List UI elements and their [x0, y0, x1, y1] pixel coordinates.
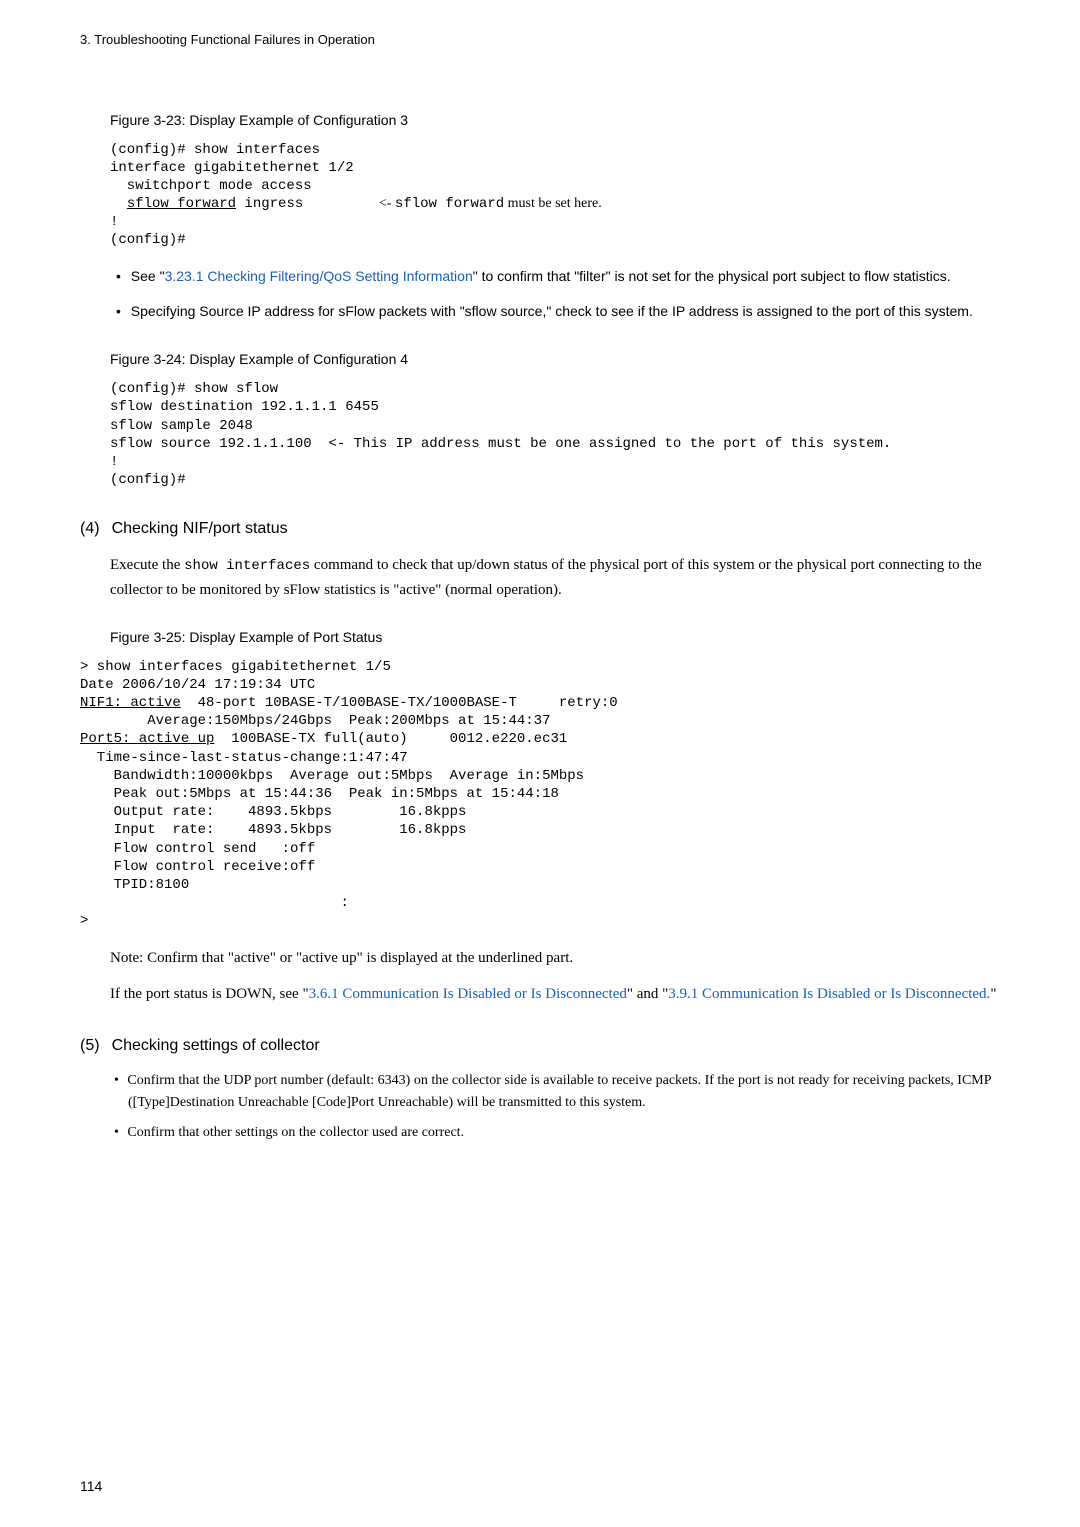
code-line: Output rate: 4893.5kbps 16.8kpps [80, 804, 466, 820]
figure-3-23-title: Figure 3-23: Display Example of Configur… [110, 110, 1000, 131]
code-line: Average:150Mbps/24Gbps Peak:200Mbps at 1… [80, 713, 550, 729]
code-line: Flow control receive:off [80, 859, 315, 875]
code-line [110, 196, 127, 212]
nif-active: NIF1: active [80, 695, 181, 711]
list-item: Confirm that the UDP port number (defaul… [110, 1070, 1000, 1115]
figure-3-25-title: Figure 3-25: Display Example of Port Sta… [110, 627, 1000, 648]
code-line: Date 2006/10/24 17:19:34 UTC [80, 677, 315, 693]
code-line: : [80, 895, 349, 911]
code-line: > [80, 913, 88, 929]
code-line: Flow control send :off [80, 841, 315, 857]
code-line: Peak out:5Mbps at 15:44:36 Peak in:5Mbps… [80, 786, 559, 802]
section-5-heading: (5) Checking settings of collector [80, 1034, 1000, 1058]
link-comm-disabled-361[interactable]: 3.6.1 Communication Is Disabled or Is Di… [309, 986, 627, 1002]
code-line: sflow source 192.1.1.100 <- This IP addr… [110, 436, 891, 452]
section-4-heading: (4) Checking NIF/port status [80, 517, 1000, 541]
code-line: TPID:8100 [80, 877, 189, 893]
code-line: sflow destination 192.1.1.1 6455 [110, 399, 379, 415]
section-prefix: (5) [80, 1037, 100, 1054]
code-line: interface gigabitethernet 1/2 [110, 160, 354, 176]
link-filtering-qos[interactable]: 3.23.1 Checking Filtering/QoS Setting In… [165, 268, 473, 284]
command-text: show interfaces [184, 558, 310, 574]
code-line: > show interfaces gigabitethernet 1/5 [80, 659, 391, 675]
port-active-up: Port5: active up [80, 731, 214, 747]
code-line: 48-port 10BASE-T/100BASE-TX/1000BASE-T r… [181, 695, 618, 711]
text: " to confirm that "filter" is not set fo… [473, 268, 951, 284]
text: Execute the [110, 557, 184, 573]
code-line: sflow sample 2048 [110, 418, 253, 434]
code-line: 100BASE-TX full(auto) 0012.e220.ec31 [214, 731, 567, 747]
code-line: (config)# show sflow [110, 381, 278, 397]
code-line: Time-since-last-status-change:1:47:47 [80, 750, 408, 766]
chapter-title: Troubleshooting Functional Failures in O… [94, 32, 375, 47]
bullet-item: See "3.23.1 Checking Filtering/QoS Setti… [110, 265, 1000, 289]
text: " and " [627, 986, 668, 1002]
bullet-item: Specifying Source IP address for sFlow p… [110, 300, 1000, 324]
note-confirm-active: Note: Confirm that "active" or "active u… [110, 946, 1000, 970]
figure-3-24-title: Figure 3-24: Display Example of Configur… [110, 349, 1000, 370]
chapter-number: 3. [80, 32, 91, 47]
section-prefix: (4) [80, 520, 100, 537]
page-header: 3. Troubleshooting Functional Failures i… [80, 30, 1000, 50]
code-sflow-forward: sflow forward [127, 196, 236, 212]
section-4-body: Execute the show interfaces command to c… [110, 553, 1000, 601]
code-line: Input rate: 4893.5kbps 16.8kpps [80, 822, 466, 838]
annotation-text: must be set here. [504, 196, 602, 211]
annotation-arrow: <- [379, 196, 395, 211]
code-block-config-4: (config)# show sflow sflow destination 1… [110, 380, 1000, 489]
section-title: Checking NIF/port status [112, 520, 288, 537]
code-line: (config)# show interfaces [110, 142, 320, 158]
list-item: Confirm that other settings on the colle… [110, 1122, 1000, 1144]
note-port-down: If the port status is DOWN, see "3.6.1 C… [110, 982, 1000, 1006]
bullet-list-1: See "3.23.1 Checking Filtering/QoS Setti… [110, 265, 1000, 325]
code-line: ingress [236, 196, 379, 212]
code-line: switchport mode access [110, 178, 312, 194]
code-line: (config)# [110, 232, 186, 248]
code-line: (config)# [110, 472, 186, 488]
text: If the port status is DOWN, see " [110, 986, 309, 1002]
collector-settings-list: Confirm that the UDP port number (defaul… [110, 1070, 1000, 1145]
text: See " [131, 268, 165, 284]
code-block-config-3: (config)# show interfaces interface giga… [110, 141, 1000, 250]
code-line: Bandwidth:10000kbps Average out:5Mbps Av… [80, 768, 584, 784]
text: " [990, 986, 996, 1002]
code-line: sflow forward [395, 196, 504, 212]
link-comm-disabled-391[interactable]: 3.9.1 Communication Is Disabled or Is Di… [668, 986, 990, 1002]
code-line: ! [110, 454, 118, 470]
page-number: 114 [80, 1476, 102, 1497]
code-block-port-status: > show interfaces gigabitethernet 1/5 Da… [80, 658, 1000, 931]
section-title: Checking settings of collector [112, 1037, 320, 1054]
code-line: ! [110, 214, 118, 230]
